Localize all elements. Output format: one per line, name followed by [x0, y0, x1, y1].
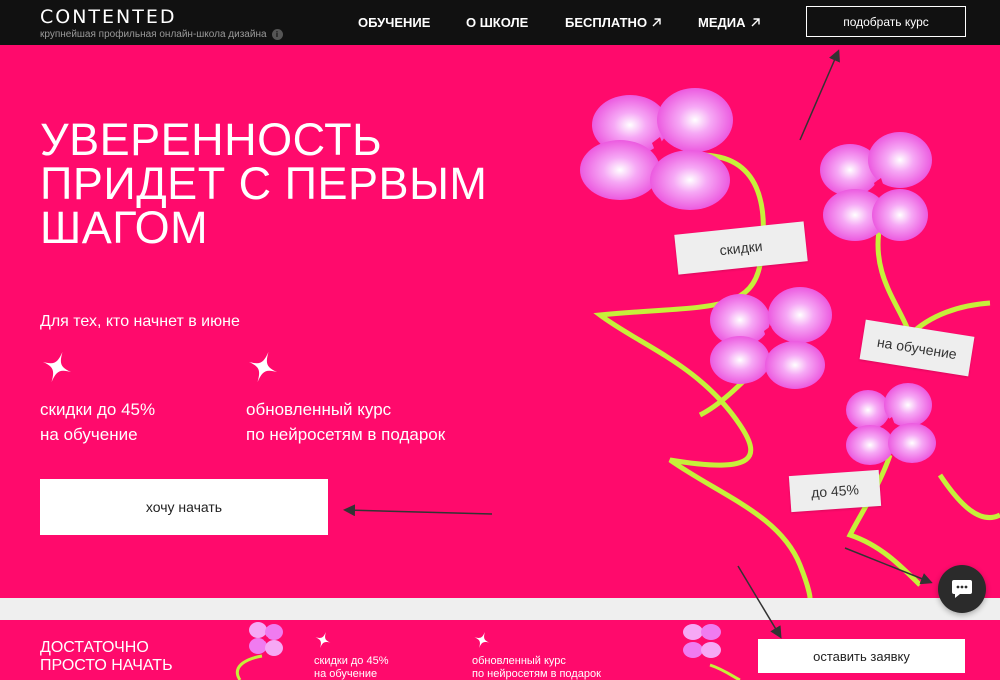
bottom-feature-line: на обучение [314, 668, 378, 680]
nav-item-label: БЕСПЛАТНО [565, 15, 648, 30]
hero-title-line: ПРИДЕТ С ПЕРВЫМ [40, 158, 488, 209]
bottom-feature-discount: скидки до 45% на обучение [314, 655, 389, 680]
bottom-feature-line: скидки до 45% [314, 655, 389, 667]
hero-title-line: ШАГОМ [40, 202, 209, 253]
bottom-feature-ai-course: обновленный курс по нейросетям в подарок [472, 655, 601, 680]
flower-4 [846, 383, 936, 465]
hero-section: скидки на обучение до 45% УВЕРЕННОСТЬ ПР… [0, 45, 1000, 598]
tagline: крупнейшая профильная онлайн-школа дизай… [40, 29, 283, 40]
arrow-up-right-icon [652, 18, 661, 27]
bottom-bar-title-line: ДОСТАТОЧНО [40, 639, 149, 656]
hero-subtitle: Для тех, кто начнет в июне [40, 313, 240, 330]
sparkle-icon [315, 631, 331, 649]
arrow-up-right-icon [751, 18, 760, 27]
bottom-feature-line: по нейросетям в подарок [472, 668, 601, 680]
sparkle-icon [474, 631, 490, 649]
nav-item-label: МЕДИА [698, 15, 746, 30]
sparkle-icon [248, 351, 278, 383]
site-header: CONTENTED крупнейшая профильная онлайн-ш… [0, 0, 1000, 45]
nav-item-label: ОБУЧЕНИЕ [358, 15, 431, 30]
sticky-bottom-bar: ДОСТАТОЧНО ПРОСТО НАЧАТЬ скидки до 45% н… [0, 620, 1000, 680]
hero-title: УВЕРЕННОСТЬ ПРИДЕТ С ПЕРВЫМ ШАГОМ [40, 114, 560, 253]
bottom-bar-title-line: ПРОСТО НАЧАТЬ [40, 657, 173, 674]
info-icon[interactable]: i [271, 29, 283, 40]
flower-2 [820, 132, 932, 241]
bottom-bar-title: ДОСТАТОЧНО ПРОСТО НАЧАТЬ [40, 639, 173, 675]
bottom-feature-line: обновленный курс [472, 655, 566, 667]
section-divider [0, 598, 1000, 620]
nav-item-media[interactable]: МЕДИА [698, 15, 761, 30]
flower-3 [710, 287, 832, 389]
nav-item-label: О ШКОЛЕ [466, 15, 529, 30]
pick-course-button[interactable]: подобрать курс [806, 6, 966, 37]
feature-line: по нейросетям в подарок [246, 425, 446, 444]
chat-bubble-icon [952, 580, 972, 598]
nav-item-free[interactable]: БЕСПЛАТНО [565, 15, 662, 30]
flower-1 [580, 88, 733, 210]
nav-item-about[interactable]: О ШКОЛЕ [466, 15, 528, 30]
feature-line: скидки до 45% [40, 400, 156, 419]
start-button[interactable]: хочу начать [40, 479, 328, 535]
tagline-text: крупнейшая профильная онлайн-школа дизай… [40, 29, 267, 40]
nav-item-education[interactable]: ОБУЧЕНИЕ [358, 15, 430, 30]
chat-button[interactable] [938, 565, 986, 613]
feature-discount: скидки до 45% на обучение [40, 397, 155, 447]
feature-line: обновленный курс [246, 400, 392, 419]
feature-line: на обучение [40, 425, 138, 444]
sparkle-icon [42, 351, 72, 383]
tape-label-percent: до 45% [788, 469, 882, 513]
feature-ai-course: обновленный курс по нейросетям в подарок [246, 397, 445, 447]
submit-application-button[interactable]: оставить заявку [758, 639, 965, 673]
page: CONTENTED крупнейшая профильная онлайн-ш… [0, 0, 1000, 680]
logo[interactable]: CONTENTED [40, 6, 177, 28]
hero-title-line: УВЕРЕННОСТЬ [40, 114, 383, 165]
